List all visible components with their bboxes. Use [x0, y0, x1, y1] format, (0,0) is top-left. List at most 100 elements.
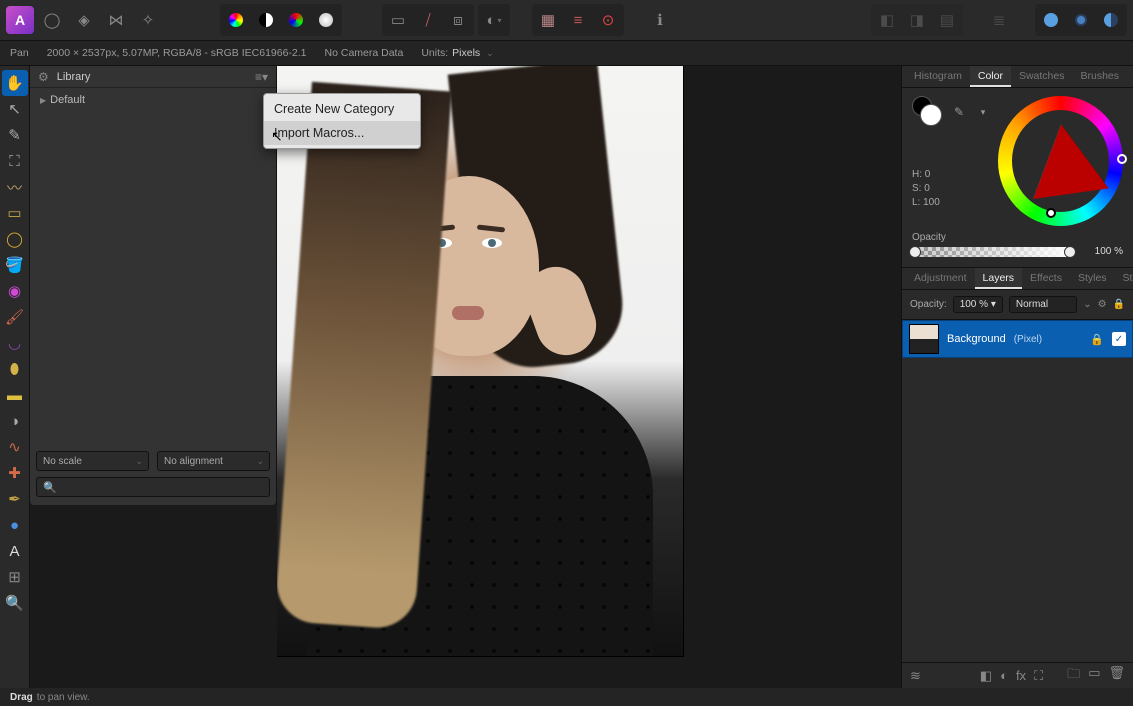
opacity-slider[interactable]	[912, 247, 1073, 257]
bool-sub-icon[interactable]	[1067, 6, 1095, 34]
pan-tool-icon[interactable]: ✋	[2, 70, 28, 96]
scale-dropdown[interactable]: No scale	[36, 451, 149, 471]
text-tool-icon[interactable]: A	[2, 538, 28, 564]
color-picker-tool-icon[interactable]: ✎	[2, 122, 28, 148]
blend-mode-dropdown[interactable]: Normal	[1009, 296, 1077, 313]
gradient-tool-icon[interactable]: ◉	[2, 278, 28, 304]
menu-item-import-macros[interactable]: Import Macros...	[264, 121, 420, 145]
tab-swatches[interactable]: Swatches	[1011, 66, 1073, 87]
erase-tool-icon[interactable]: ◡	[2, 330, 28, 356]
pen-tool-icon[interactable]: ✒	[2, 486, 28, 512]
fx-icon[interactable]: fx	[1016, 668, 1026, 684]
library-search[interactable]: 🔍	[36, 477, 270, 497]
smudge-tool-icon[interactable]: ∿	[2, 434, 28, 460]
blend-ranges-icon[interactable]: ⌄	[1083, 299, 1091, 310]
boolean-group	[1035, 4, 1127, 36]
marquee-icon[interactable]: ▭	[384, 6, 412, 34]
tool-strip: ✋ ↖ ✎ ⛶ 〰 ▭ ◯ 🪣 ◉ 🖌 ◡ ⬮ ▬ ◑ ∿ ✚ ✒ ● A ⊞ …	[0, 66, 30, 688]
lasso-tool-icon[interactable]: ◯	[2, 226, 28, 252]
tab-histogram[interactable]: Histogram	[906, 66, 970, 87]
move-tool-icon[interactable]: ↖	[2, 96, 28, 122]
deselect-icon[interactable]: ⧸	[414, 6, 442, 34]
layer-opacity-input[interactable]: 100 % ▾	[953, 296, 1003, 313]
view-c-icon[interactable]: ▤	[933, 6, 961, 34]
bool-int-icon[interactable]	[1097, 6, 1125, 34]
assistant-icon[interactable]: ℹ	[646, 6, 674, 34]
tab-styles[interactable]: Styles	[1070, 268, 1115, 289]
crop-tool-icon[interactable]: ⛶	[2, 148, 28, 174]
align-icon[interactable]: ≣	[985, 6, 1013, 34]
persona-liquify-icon[interactable]: ◈	[70, 6, 98, 34]
mask-icon[interactable]: ◧	[980, 668, 992, 684]
paint-brush-tool-icon[interactable]: 🖌	[2, 304, 28, 330]
quickmask-icon[interactable]: ◐▾	[480, 6, 508, 34]
group-icon[interactable]: 🗀	[1067, 665, 1080, 687]
persona-photo-icon[interactable]: ◯	[38, 6, 66, 34]
alignment-dropdown[interactable]: No alignment	[157, 451, 270, 471]
ruler-icon[interactable]: ≡	[564, 6, 592, 34]
disclosure-triangle-icon[interactable]: ▶	[40, 96, 46, 105]
tab-layers[interactable]: Layers	[975, 268, 1023, 289]
tab-brushes[interactable]: Brushes	[1072, 66, 1127, 87]
color-panel-tabs: Histogram Color Swatches Brushes	[902, 66, 1133, 88]
layer-visibility-checkbox[interactable]: ✓	[1112, 332, 1126, 346]
search-input[interactable]	[62, 482, 263, 493]
greyscale-icon[interactable]	[252, 6, 280, 34]
adjustment-icon[interactable]: ◐	[1000, 668, 1008, 684]
image-content	[277, 66, 683, 656]
eyedropper-icon[interactable]: ✎	[950, 103, 968, 121]
healing-tool-icon[interactable]: ✚	[2, 460, 28, 486]
layer-settings-icon[interactable]: ⚙	[1098, 299, 1107, 310]
menu-item-create-category[interactable]: Create New Category	[264, 97, 420, 121]
layer-stack-icon[interactable]: ≋	[910, 668, 921, 684]
delete-layer-icon[interactable]: 🗑	[1108, 665, 1125, 687]
tab-effects[interactable]: Effects	[1022, 268, 1070, 289]
lab-icon[interactable]	[282, 6, 310, 34]
tab-adjustment[interactable]: Adjustment	[906, 268, 975, 289]
view-a-icon[interactable]: ◧	[873, 6, 901, 34]
canvas-area[interactable]	[277, 66, 901, 688]
dodge-tool-icon[interactable]: ◑	[2, 408, 28, 434]
mesh-tool-icon[interactable]: ⊞	[2, 564, 28, 590]
bool-add-icon[interactable]	[1037, 6, 1065, 34]
grid-icon[interactable]: ▦	[534, 6, 562, 34]
layer-lock-icon[interactable]: 🔒	[1090, 333, 1104, 346]
hue-handle[interactable]	[1117, 154, 1127, 164]
soft-proof-icon[interactable]	[312, 6, 340, 34]
persona-develop-icon[interactable]: ⋈	[102, 6, 130, 34]
gear-icon[interactable]: ⚙	[38, 70, 49, 84]
sl-handle[interactable]	[1046, 208, 1056, 218]
opacity-max-knob[interactable]	[1064, 246, 1076, 258]
sponge-tool-icon[interactable]: ▬	[2, 382, 28, 408]
view-b-icon[interactable]: ◨	[903, 6, 931, 34]
primary-color-swatch[interactable]	[920, 104, 942, 126]
layer-thumbnail[interactable]	[909, 324, 939, 354]
rgb-wheel-icon[interactable]	[222, 6, 250, 34]
zoom-tool-icon[interactable]: 🔍	[2, 590, 28, 616]
marquee-tool-icon[interactable]: ▭	[2, 200, 28, 226]
persona-export-icon[interactable]: ✧	[134, 6, 162, 34]
layer-row-background[interactable]: Background (Pixel) 🔒 ✓	[902, 320, 1133, 358]
document-canvas[interactable]	[277, 66, 683, 656]
color-swatches[interactable]	[912, 96, 944, 128]
refine-icon[interactable]: ⧈	[444, 6, 472, 34]
snap-icon[interactable]: ⊙	[594, 6, 622, 34]
layers-options: Opacity: 100 % ▾ Normal ⌄ ⚙ 🔒	[902, 290, 1133, 320]
lock-icon[interactable]: 🔒	[1113, 299, 1125, 310]
add-layer-icon[interactable]: ▭	[1088, 665, 1100, 687]
opacity-min-knob[interactable]	[909, 246, 921, 258]
panel-menu-icon[interactable]: ≡▾	[255, 70, 268, 84]
library-item-default[interactable]: ▶ Default	[36, 92, 270, 108]
tab-stock[interactable]: Stock	[1115, 268, 1133, 289]
color-mode-dropdown-icon[interactable]: ▾	[974, 103, 992, 121]
layer-opacity-label: Opacity:	[910, 299, 947, 310]
tab-color[interactable]: Color	[970, 66, 1011, 87]
flood-fill-tool-icon[interactable]: 🪣	[2, 252, 28, 278]
units-dropdown[interactable]: Units: Pixels	[421, 47, 493, 59]
shape-tool-icon[interactable]: ●	[2, 512, 28, 538]
color-wheel[interactable]	[998, 96, 1123, 226]
selection-brush-tool-icon[interactable]: 〰	[2, 174, 28, 200]
library-panel: ⚙ Library ≡▾ ▶ Default No scale No align…	[30, 66, 277, 505]
clone-tool-icon[interactable]: ⬮	[2, 356, 28, 382]
crop-layer-icon[interactable]: ⛶	[1034, 668, 1043, 684]
